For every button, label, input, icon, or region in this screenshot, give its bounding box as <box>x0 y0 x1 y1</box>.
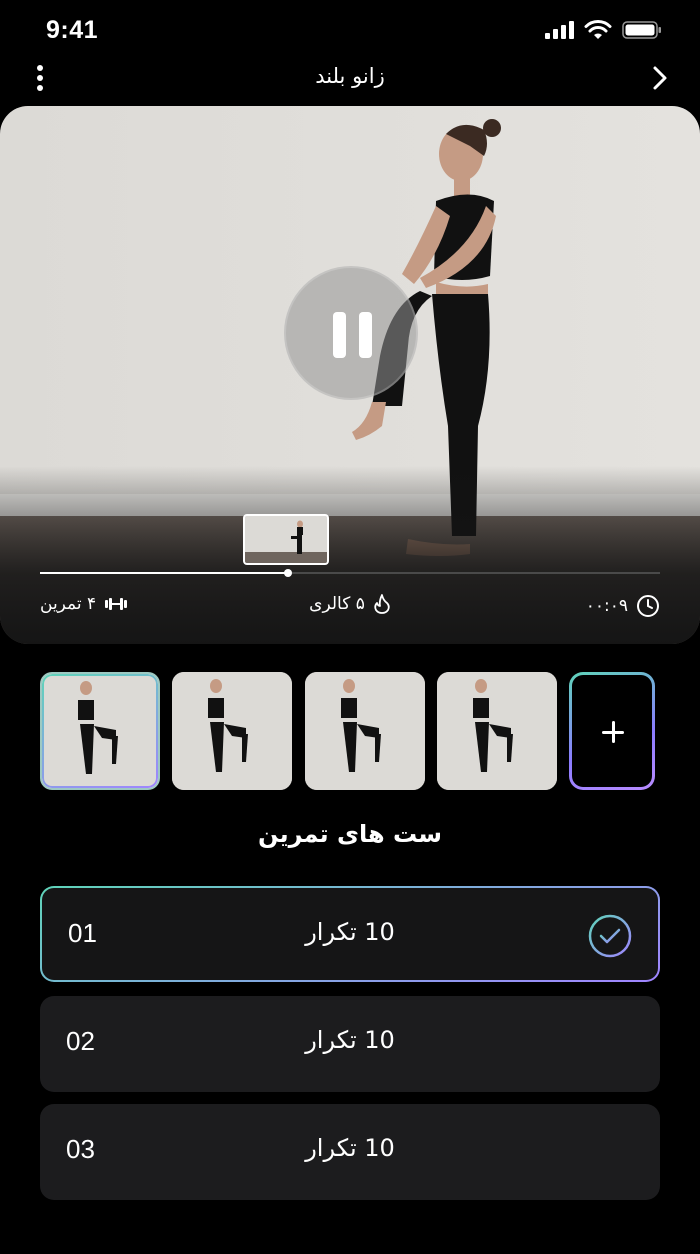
exercise-thumbnail[interactable] <box>437 672 557 790</box>
add-exercise-button[interactable] <box>569 672 655 790</box>
check-circle-icon[interactable] <box>588 914 632 958</box>
video-player-card: ۴ تمرین ۵ کالری ۰۰:۰۹ <box>0 106 700 644</box>
sets-section-title: ست های تمرین <box>257 820 442 848</box>
calories-value: ۵ کالری <box>309 594 365 614</box>
set-row[interactable]: 02 10 تکرار <box>40 996 660 1092</box>
set-reps: 10 تکرار <box>305 1026 395 1054</box>
signal-icon <box>545 21 574 39</box>
flame-icon <box>374 594 390 614</box>
progress-knob[interactable] <box>284 569 292 577</box>
duration-stat: ۰۰:۰۹ <box>586 594 660 618</box>
status-bar: 9:41 <box>0 0 700 62</box>
pause-icon <box>333 312 346 358</box>
exercise-stats: ۴ تمرین ۵ کالری ۰۰:۰۹ <box>0 594 700 626</box>
top-nav: زانو بلند <box>0 58 700 102</box>
exercise-thumbnail[interactable] <box>40 672 160 790</box>
progress-fill <box>40 572 288 574</box>
chevron-right-icon[interactable] <box>648 64 672 92</box>
status-time: 9:41 <box>46 16 99 44</box>
status-icons <box>544 20 662 40</box>
set-row[interactable]: 03 10 تکرار <box>40 1104 660 1200</box>
pause-button[interactable] <box>284 266 418 400</box>
set-row[interactable]: 01 10 تکرار <box>40 886 660 982</box>
exercise-thumbnails <box>40 672 656 790</box>
battery-icon <box>622 21 661 39</box>
wifi-icon <box>584 20 612 39</box>
set-reps: 10 تکرار <box>305 918 395 946</box>
scrub-preview-thumbnail <box>243 514 329 565</box>
exercise-thumbnail[interactable] <box>172 672 292 790</box>
pause-icon <box>359 312 372 358</box>
video-progress-bar[interactable] <box>40 569 660 577</box>
page-title: زانو بلند <box>315 64 385 88</box>
exercise-thumbnail[interactable] <box>305 672 425 790</box>
clock-icon <box>637 595 659 617</box>
duration-value: ۰۰:۰۹ <box>585 596 628 616</box>
set-reps: 10 تکرار <box>305 1134 395 1162</box>
